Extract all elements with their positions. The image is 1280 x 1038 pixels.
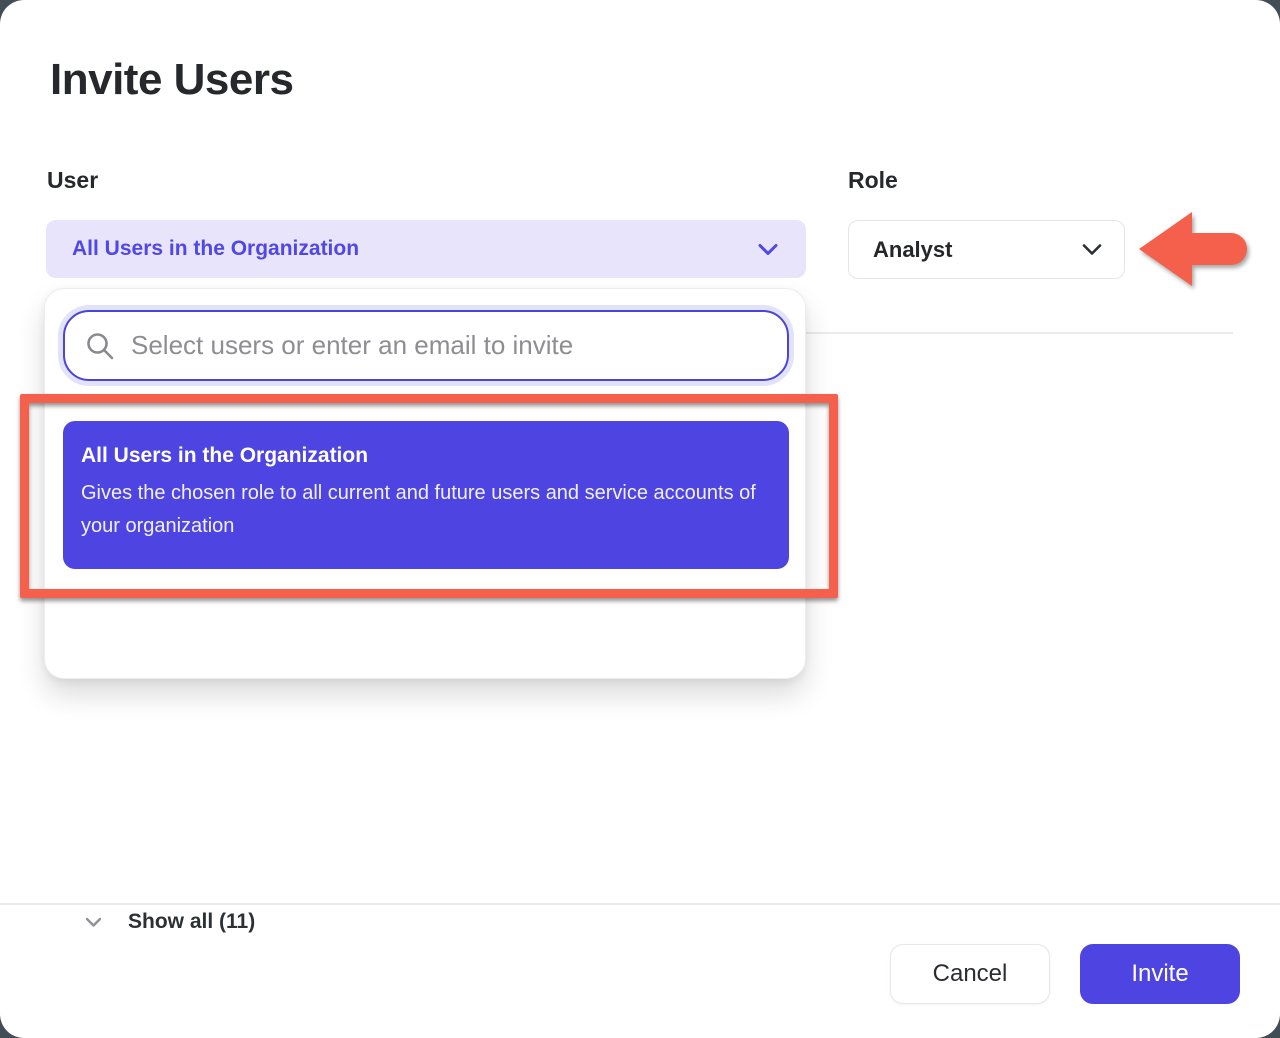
footer-divider [0, 903, 1280, 905]
chevron-down-icon [1082, 243, 1102, 256]
user-field-label: User [47, 167, 98, 194]
users-dropdown-panel: All Users in the Organization Gives the … [44, 288, 806, 679]
role-field-label: Role [848, 167, 898, 194]
user-select-trigger[interactable]: All Users in the Organization [46, 220, 806, 278]
invite-button[interactable]: Invite [1080, 944, 1240, 1004]
option-all-users[interactable]: All Users in the Organization Gives the … [63, 421, 789, 569]
option-description: Gives the chosen role to all current and… [81, 477, 771, 543]
screen: Invite Users User Role All Users in the … [0, 0, 1280, 1038]
user-search-input[interactable] [63, 310, 789, 381]
user-select-value: All Users in the Organization [72, 237, 359, 261]
show-all-toggle[interactable]: Show all (11) [85, 907, 255, 937]
page-title: Invite Users [50, 55, 293, 105]
chevron-down-icon [758, 243, 778, 256]
chevron-down-icon [85, 917, 102, 928]
invite-users-modal: Invite Users User Role All Users in the … [0, 0, 1280, 1038]
role-select-value: Analyst [873, 237, 952, 263]
arrow-left-icon [1134, 205, 1256, 293]
search-icon [85, 331, 115, 361]
show-all-label: Show all (11) [128, 910, 255, 934]
user-search-wrap [63, 310, 789, 381]
cancel-button[interactable]: Cancel [890, 944, 1050, 1004]
role-select[interactable]: Analyst [848, 220, 1125, 279]
option-title: All Users in the Organization [81, 444, 771, 468]
